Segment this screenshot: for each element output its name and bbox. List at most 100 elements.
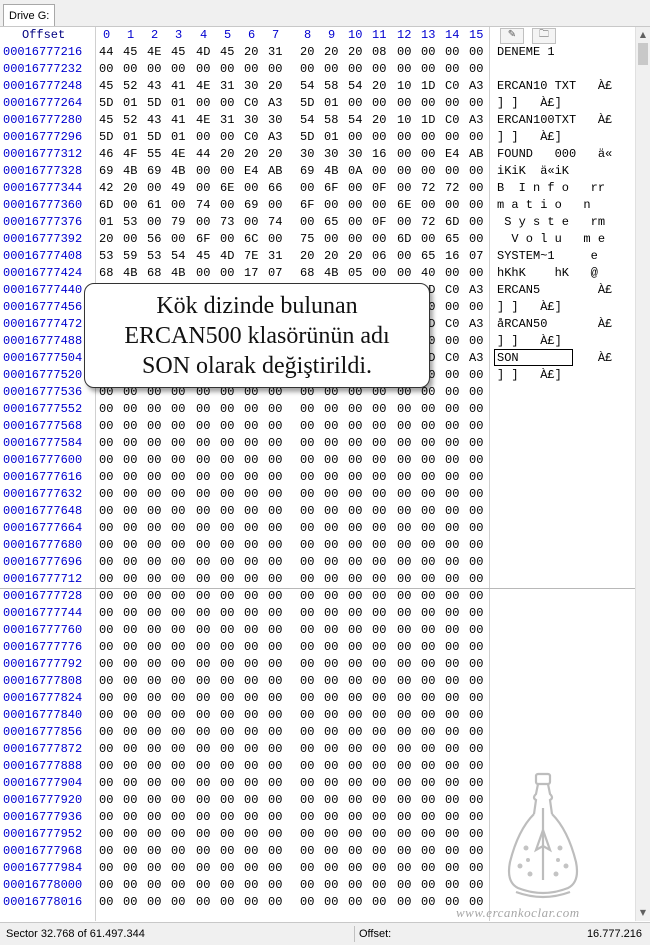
hex-byte[interactable]: 00 xyxy=(244,639,258,656)
hex-byte[interactable]: 00 xyxy=(348,673,362,690)
hex-byte[interactable]: 00 xyxy=(244,775,258,792)
hex-byte[interactable]: 00 xyxy=(300,554,314,571)
hex-byte[interactable]: 00 xyxy=(147,486,161,503)
hex-byte[interactable]: C0 xyxy=(244,95,258,112)
scrollbar-thumb[interactable] xyxy=(638,43,648,65)
hex-byte[interactable]: 74 xyxy=(196,197,210,214)
hex-byte[interactable]: 00 xyxy=(196,163,210,180)
hex-byte[interactable]: 00 xyxy=(220,843,234,860)
hex-byte[interactable]: 00 xyxy=(397,639,411,656)
hex-byte[interactable]: 00 xyxy=(196,418,210,435)
hex-byte[interactable]: 00 xyxy=(372,537,386,554)
hex-byte[interactable]: 00 xyxy=(244,435,258,452)
hex-byte[interactable]: 00 xyxy=(324,503,338,520)
hex-byte[interactable]: 00 xyxy=(300,435,314,452)
table-row[interactable]: 00016777712 00 00 00 00 00 00 00 00 00 00 00 00 00 00 0… xyxy=(0,571,635,588)
hex-byte[interactable]: 6D xyxy=(99,197,113,214)
hex-byte[interactable]: 00 xyxy=(397,401,411,418)
hex-byte[interactable]: 00 xyxy=(397,809,411,826)
hex-byte[interactable]: 65 xyxy=(324,214,338,231)
hex-byte[interactable]: 00 xyxy=(348,554,362,571)
hex-byte[interactable]: 00 xyxy=(123,724,137,741)
hex-byte[interactable]: 00 xyxy=(99,588,113,605)
hex-byte[interactable]: 46 xyxy=(99,146,113,163)
hex-byte[interactable]: 00 xyxy=(244,180,258,197)
hex-byte[interactable]: 00 xyxy=(300,452,314,469)
hex-byte[interactable]: 0F xyxy=(372,180,386,197)
hex-byte[interactable]: 00 xyxy=(220,792,234,809)
hex-byte[interactable]: 00 xyxy=(300,503,314,520)
hex-byte[interactable]: 00 xyxy=(348,214,362,231)
hex-byte[interactable]: 00 xyxy=(469,707,483,724)
hex-byte[interactable]: 00 xyxy=(220,707,234,724)
hex-byte[interactable]: 00 xyxy=(372,741,386,758)
hex-byte[interactable]: 00 xyxy=(372,435,386,452)
hex-byte[interactable]: 00 xyxy=(300,843,314,860)
hex-byte[interactable]: 00 xyxy=(99,418,113,435)
hex-byte[interactable]: 00 xyxy=(300,690,314,707)
hex-byte[interactable]: 00 xyxy=(268,452,282,469)
hex-byte[interactable]: 00 xyxy=(445,588,459,605)
hex-byte[interactable]: 00 xyxy=(397,741,411,758)
hex-byte[interactable]: A3 xyxy=(469,282,483,299)
hex-byte[interactable]: 20 xyxy=(220,146,234,163)
hex-byte[interactable]: 01 xyxy=(99,214,113,231)
hex-byte[interactable]: 6F xyxy=(196,231,210,248)
hex-byte[interactable]: 00 xyxy=(348,520,362,537)
hex-byte[interactable]: 00 xyxy=(171,537,185,554)
hex-byte[interactable]: 00 xyxy=(348,95,362,112)
hex-byte[interactable]: 00 xyxy=(300,792,314,809)
row-text[interactable]: DENEME 1 xyxy=(497,44,555,61)
hex-byte[interactable]: 00 xyxy=(123,690,137,707)
hex-byte[interactable]: 00 xyxy=(469,503,483,520)
hex-byte[interactable]: 00 xyxy=(397,724,411,741)
hex-byte[interactable]: 00 xyxy=(372,469,386,486)
hex-byte[interactable]: 4E xyxy=(196,112,210,129)
hex-byte[interactable]: 5D xyxy=(147,95,161,112)
hex-byte[interactable]: 00 xyxy=(372,520,386,537)
hex-byte[interactable]: 00 xyxy=(300,61,314,78)
hex-byte[interactable]: 00 xyxy=(397,469,411,486)
hex-byte[interactable]: 00 xyxy=(324,792,338,809)
hex-byte[interactable]: 6D xyxy=(445,214,459,231)
hex-byte[interactable]: 43 xyxy=(147,78,161,95)
hex-byte[interactable]: 00 xyxy=(123,435,137,452)
hex-byte[interactable]: 00 xyxy=(147,61,161,78)
hex-byte[interactable]: 20 xyxy=(99,231,113,248)
hex-byte[interactable]: 00 xyxy=(123,537,137,554)
hex-byte[interactable]: 00 xyxy=(196,639,210,656)
hex-byte[interactable]: 00 xyxy=(469,690,483,707)
hex-byte[interactable]: 00 xyxy=(123,197,137,214)
hex-byte[interactable]: 43 xyxy=(147,112,161,129)
hex-byte[interactable]: 00 xyxy=(147,792,161,809)
hex-byte[interactable]: 00 xyxy=(421,503,435,520)
hex-byte[interactable]: 00 xyxy=(372,775,386,792)
hex-byte[interactable]: 00 xyxy=(147,656,161,673)
row-text[interactable]: hKhK hK @ xyxy=(497,265,598,282)
hex-byte[interactable]: 00 xyxy=(445,537,459,554)
hex-byte[interactable]: 00 xyxy=(196,894,210,911)
hex-byte[interactable]: 72 xyxy=(445,180,459,197)
hex-byte[interactable]: 53 xyxy=(123,214,137,231)
hex-byte[interactable]: 00 xyxy=(196,469,210,486)
table-row[interactable]: 00016777728 00 00 00 00 00 00 00 00 00 00 00 00 00 00 0… xyxy=(0,588,635,605)
hex-byte[interactable]: 00 xyxy=(397,860,411,877)
hex-byte[interactable]: 00 xyxy=(147,894,161,911)
hex-byte[interactable]: 00 xyxy=(268,758,282,775)
hex-byte[interactable]: 5D xyxy=(99,95,113,112)
hex-byte[interactable]: 00 xyxy=(421,690,435,707)
hex-byte[interactable]: 00 xyxy=(123,571,137,588)
hex-byte[interactable]: 00 xyxy=(300,469,314,486)
hex-byte[interactable]: 00 xyxy=(469,520,483,537)
hex-byte[interactable]: 00 xyxy=(300,486,314,503)
hex-byte[interactable]: 00 xyxy=(220,877,234,894)
hex-byte[interactable]: 54 xyxy=(348,112,362,129)
hex-byte[interactable]: 00 xyxy=(196,860,210,877)
hex-byte[interactable]: 55 xyxy=(147,146,161,163)
hex-byte[interactable]: 00 xyxy=(372,843,386,860)
hex-byte[interactable]: 31 xyxy=(220,78,234,95)
hex-byte[interactable]: 00 xyxy=(348,605,362,622)
hex-byte[interactable]: 00 xyxy=(220,452,234,469)
hex-byte[interactable]: C0 xyxy=(445,316,459,333)
hex-byte[interactable]: 00 xyxy=(244,401,258,418)
